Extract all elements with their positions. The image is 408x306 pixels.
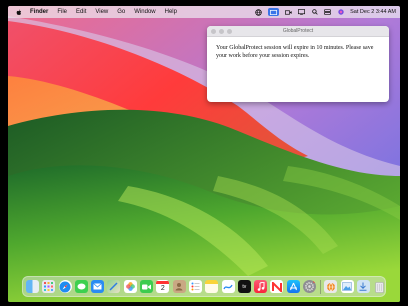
- control-center-icon[interactable]: [324, 9, 332, 16]
- dialog-title: GlobalProtect: [282, 28, 314, 34]
- minimize-window-button[interactable]: [219, 28, 224, 34]
- trash-icon[interactable]: [373, 280, 386, 293]
- menu-file[interactable]: File: [57, 9, 67, 15]
- messages-icon[interactable]: [74, 280, 88, 293]
- launchpad-icon[interactable]: [42, 280, 56, 293]
- freeform-icon[interactable]: [221, 280, 235, 293]
- menu-finder[interactable]: Finder: [30, 9, 48, 15]
- system-settings-icon[interactable]: [303, 280, 317, 293]
- downloads-folder-icon[interactable]: [356, 280, 370, 293]
- desktop-screen: Finder File Edit View Go Window Help Sat…: [8, 6, 400, 302]
- calendar-icon[interactable]: 2: [156, 280, 170, 293]
- status-area: Sat Dec 2 3:44 AM: [249, 6, 396, 18]
- dock-separator: [320, 279, 322, 294]
- menu-bar: Finder File Edit View Go Window Help Sat…: [8, 6, 400, 18]
- dialog-titlebar[interactable]: GlobalProtect: [207, 26, 389, 37]
- camera-icon[interactable]: [285, 9, 292, 16]
- apple-tv-icon[interactable]: tv: [237, 280, 251, 293]
- display-icon[interactable]: [298, 9, 306, 16]
- menu-view[interactable]: View: [95, 9, 108, 15]
- safari-icon[interactable]: [58, 280, 72, 293]
- news-icon[interactable]: [270, 280, 284, 293]
- notes-icon[interactable]: [205, 280, 219, 293]
- menu-help[interactable]: Help: [165, 9, 177, 15]
- globalprotect-status-icon[interactable]: [255, 8, 262, 16]
- globalprotect-dialog: GlobalProtect Your GlobalProtect session…: [207, 26, 389, 102]
- zoom-window-button[interactable]: [227, 28, 232, 34]
- reminders-icon[interactable]: [188, 280, 202, 293]
- menu-edit[interactable]: Edit: [76, 9, 86, 15]
- apple-icon[interactable]: [16, 9, 22, 16]
- siri-icon[interactable]: [337, 9, 344, 16]
- dock: 2 tv: [22, 276, 386, 297]
- globalprotect-icon[interactable]: [324, 280, 338, 293]
- music-icon[interactable]: [254, 280, 268, 293]
- screen-sharing-icon[interactable]: [268, 8, 280, 16]
- notification-badge: [313, 280, 317, 283]
- menu-clock[interactable]: Sat Dec 2 3:44 AM: [350, 9, 396, 15]
- facetime-icon[interactable]: [140, 280, 154, 293]
- mail-icon[interactable]: [91, 280, 105, 293]
- close-window-button[interactable]: [211, 28, 216, 34]
- maps-icon[interactable]: [107, 280, 121, 293]
- photos-icon[interactable]: [123, 280, 137, 293]
- search-icon[interactable]: [311, 9, 318, 16]
- menu-go[interactable]: Go: [117, 9, 125, 15]
- app-store-icon[interactable]: [286, 280, 300, 293]
- menu-window[interactable]: Window: [134, 9, 155, 15]
- contacts-icon[interactable]: [172, 280, 186, 293]
- calendar-day: 2: [160, 284, 165, 292]
- finder-icon[interactable]: [26, 280, 39, 293]
- dialog-message: Your GlobalProtect session will expire i…: [216, 45, 374, 59]
- preview-icon[interactable]: [340, 280, 354, 293]
